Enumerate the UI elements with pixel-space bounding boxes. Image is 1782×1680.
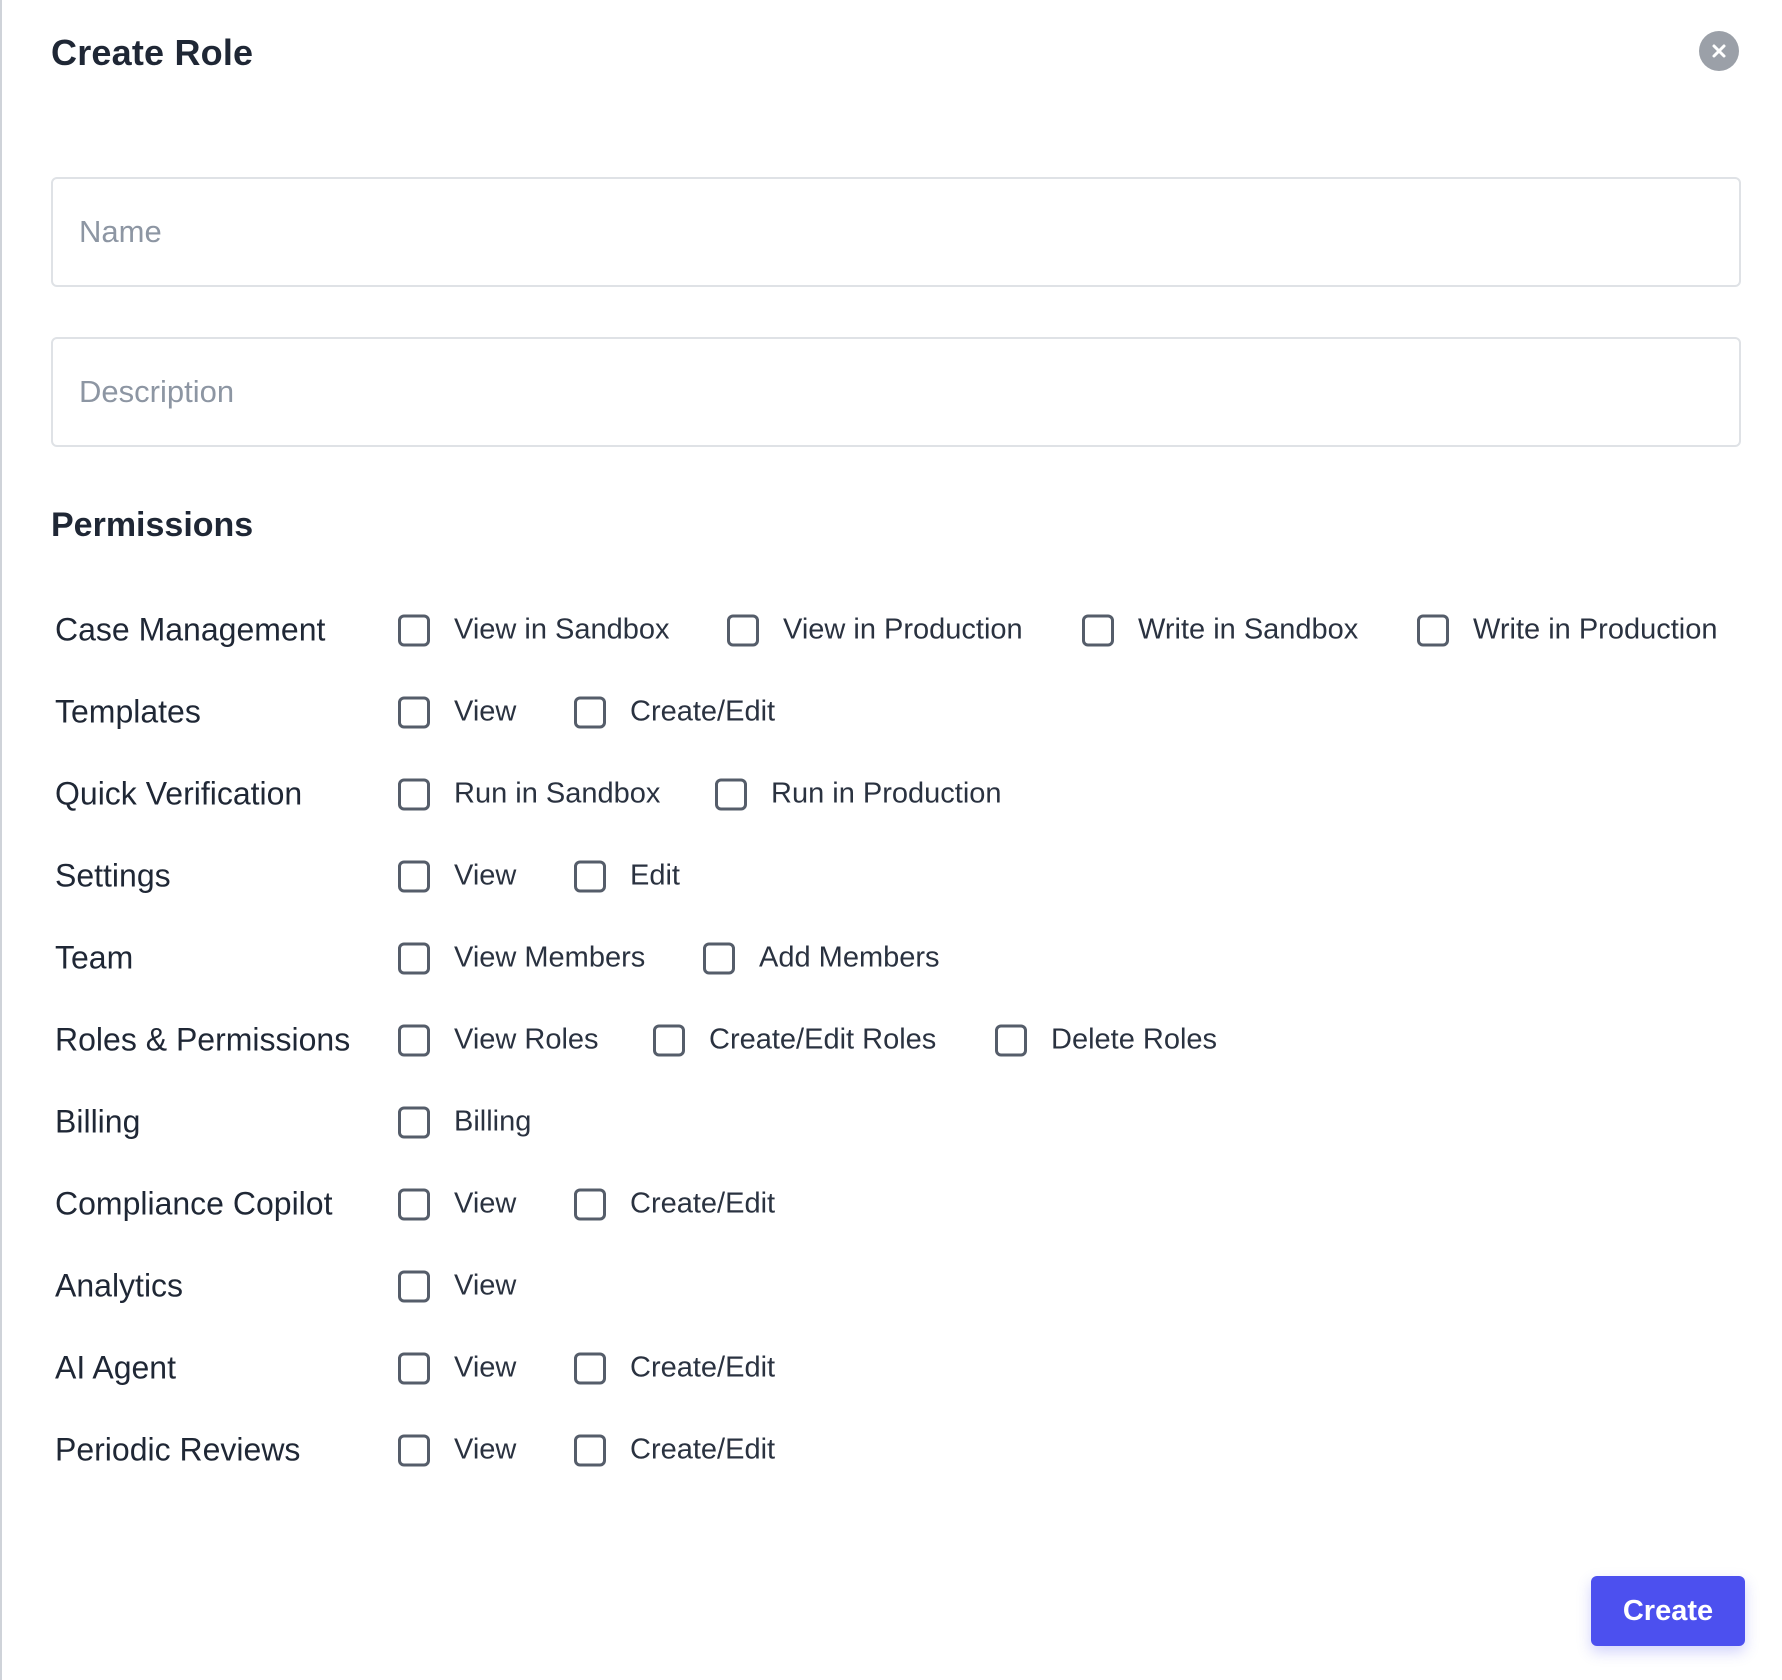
checkbox[interactable]	[574, 696, 606, 728]
permission-row-templates: Templates View Create/Edit	[2, 682, 1782, 742]
permission-option-label: Create/Edit	[630, 695, 776, 728]
permission-option-label: Billing	[454, 1105, 532, 1138]
permission-option-label: View	[454, 1351, 517, 1384]
checkbox[interactable]	[1417, 614, 1449, 646]
close-icon	[1712, 44, 1726, 58]
permission-option-ai-agent-view[interactable]: View	[398, 1352, 516, 1385]
permission-option-label: View	[454, 859, 517, 892]
permission-row-settings: Settings View Edit	[2, 846, 1782, 906]
permission-option-label: View	[454, 1269, 517, 1302]
permission-option-label: Add Members	[759, 941, 940, 974]
permission-option-label: View Roles	[454, 1023, 599, 1056]
permission-option-analytics-view[interactable]: View	[398, 1270, 516, 1303]
permission-option-quick-verification-run-in-production[interactable]: Run in Production	[715, 778, 1002, 811]
permission-option-label: Write in Production	[1473, 613, 1718, 646]
permission-option-label: View	[454, 695, 517, 728]
dialog-title: Create Role	[51, 32, 254, 73]
checkbox[interactable]	[574, 1188, 606, 1220]
permission-option-team-add-members[interactable]: Add Members	[703, 942, 940, 975]
checkbox[interactable]	[398, 1024, 430, 1056]
permission-category-label: Quick Verification	[55, 775, 303, 812]
permission-option-label: Create/Edit	[630, 1433, 776, 1466]
permission-option-periodic-reviews-view[interactable]: View	[398, 1434, 516, 1467]
checkbox[interactable]	[398, 1106, 430, 1138]
permission-option-periodic-reviews-create-edit[interactable]: Create/Edit	[574, 1434, 775, 1467]
permission-row-roles-and-permissions: Roles & Permissions View Roles Create/Edit…	[2, 1010, 1782, 1070]
permission-category-label: AI Agent	[55, 1349, 176, 1386]
permission-row-periodic-reviews: Periodic Reviews View Create/Edit	[2, 1420, 1782, 1480]
permission-option-case-management-write-in-sandbox[interactable]: Write in Sandbox	[1082, 614, 1358, 647]
permission-option-templates-view[interactable]: View	[398, 696, 516, 729]
permission-row-case-management: Case Management View in Sandbox View in Pr…	[2, 600, 1782, 660]
permission-category-label: Templates	[55, 693, 201, 730]
checkbox[interactable]	[715, 778, 747, 810]
permission-category-label: Periodic Reviews	[55, 1431, 301, 1468]
permission-option-label: View in Production	[783, 613, 1023, 646]
checkbox[interactable]	[398, 1352, 430, 1384]
permission-option-label: Write in Sandbox	[1138, 613, 1359, 646]
permission-option-compliance-copilot-create-edit[interactable]: Create/Edit	[574, 1188, 775, 1221]
create-button[interactable]: Create	[1591, 1576, 1745, 1646]
permission-option-roles-and-permissions-create-edit-roles[interactable]: Create/Edit Roles	[653, 1024, 936, 1057]
permission-row-quick-verification: Quick Verification Run in Sandbox Run in P…	[2, 764, 1782, 824]
permissions-heading: Permissions	[51, 506, 254, 544]
permission-row-analytics: Analytics View	[2, 1256, 1782, 1316]
permission-row-compliance-copilot: Compliance Copilot View Create/Edit	[2, 1174, 1782, 1234]
checkbox[interactable]	[1082, 614, 1114, 646]
close-button[interactable]	[1699, 31, 1739, 71]
permission-category-label: Team	[55, 939, 134, 976]
permission-option-case-management-view-in-sandbox[interactable]: View in Sandbox	[398, 614, 670, 647]
name-input[interactable]	[51, 177, 1741, 287]
permission-option-label: View Members	[454, 941, 646, 974]
permission-option-label: View	[454, 1187, 517, 1220]
permission-option-case-management-view-in-production[interactable]: View in Production	[727, 614, 1023, 647]
permission-option-label: Delete Roles	[1051, 1023, 1218, 1056]
checkbox[interactable]	[398, 614, 430, 646]
permission-option-label: Edit	[630, 859, 680, 892]
permission-option-roles-and-permissions-view-roles[interactable]: View Roles	[398, 1024, 599, 1057]
checkbox[interactable]	[398, 1270, 430, 1302]
permission-option-label: Run in Sandbox	[454, 777, 661, 810]
permission-option-label: Create/Edit	[630, 1351, 776, 1384]
checkbox[interactable]	[398, 942, 430, 974]
checkbox[interactable]	[574, 1352, 606, 1384]
checkbox[interactable]	[574, 860, 606, 892]
permission-option-templates-create-edit[interactable]: Create/Edit	[574, 696, 775, 729]
checkbox[interactable]	[727, 614, 759, 646]
permission-option-label: Create/Edit	[630, 1187, 776, 1220]
permission-option-label: View	[454, 1433, 517, 1466]
checkbox[interactable]	[995, 1024, 1027, 1056]
permission-category-label: Compliance Copilot	[55, 1185, 333, 1222]
permission-category-label: Settings	[55, 857, 171, 894]
permission-option-compliance-copilot-view[interactable]: View	[398, 1188, 516, 1221]
permission-option-case-management-write-in-production[interactable]: Write in Production	[1417, 614, 1717, 647]
checkbox[interactable]	[398, 696, 430, 728]
permission-category-label: Billing	[55, 1103, 141, 1140]
checkbox[interactable]	[653, 1024, 685, 1056]
permission-option-ai-agent-create-edit[interactable]: Create/Edit	[574, 1352, 775, 1385]
permission-category-label: Case Management	[55, 611, 326, 648]
permission-category-label: Analytics	[55, 1267, 184, 1304]
permission-row-team: Team View Members Add Members	[2, 928, 1782, 988]
permission-option-quick-verification-run-in-sandbox[interactable]: Run in Sandbox	[398, 778, 660, 811]
checkbox[interactable]	[398, 860, 430, 892]
permission-row-ai-agent: AI Agent View Create/Edit	[2, 1338, 1782, 1398]
description-input[interactable]	[51, 337, 1741, 447]
checkbox[interactable]	[398, 778, 430, 810]
permission-option-settings-edit[interactable]: Edit	[574, 860, 680, 893]
permission-option-label: View in Sandbox	[454, 613, 670, 646]
create-role-dialog: Create Role Permissions Case Management V…	[0, 0, 1782, 1680]
checkbox[interactable]	[574, 1434, 606, 1466]
checkbox[interactable]	[398, 1434, 430, 1466]
permission-option-settings-view[interactable]: View	[398, 860, 516, 893]
permission-row-billing: Billing Billing	[2, 1092, 1782, 1152]
permission-option-billing-billing[interactable]: Billing	[398, 1106, 531, 1139]
permission-option-team-view-members[interactable]: View Members	[398, 942, 645, 975]
permission-category-label: Roles & Permissions	[55, 1021, 351, 1058]
permission-option-label: Create/Edit Roles	[709, 1023, 937, 1056]
permission-option-roles-and-permissions-delete-roles[interactable]: Delete Roles	[995, 1024, 1217, 1057]
checkbox[interactable]	[398, 1188, 430, 1220]
checkbox[interactable]	[703, 942, 735, 974]
permission-option-label: Run in Production	[771, 777, 1002, 810]
